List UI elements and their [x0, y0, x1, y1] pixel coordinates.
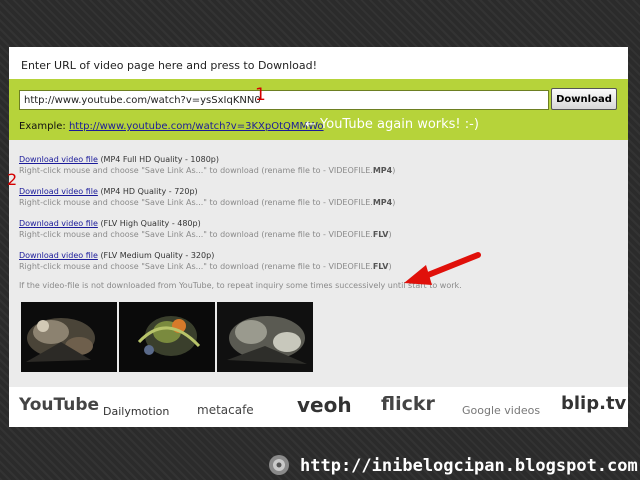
download-link[interactable]: Download video file [19, 251, 98, 260]
page-prompt: Enter URL of video page here and press t… [21, 59, 318, 72]
video-thumbnail [21, 302, 117, 372]
video-thumbnail [119, 302, 215, 372]
youtube-works-note: ← YouTube again works! :-) [305, 117, 479, 132]
flickr-logo: flickr [381, 393, 435, 415]
youtube-logo: YouTube [19, 395, 100, 415]
annotation-marker-2: 2 [7, 170, 18, 189]
download-item-320p: Download video file (FLV Medium Quality … [19, 250, 392, 272]
download-link[interactable]: Download video file [19, 155, 98, 164]
dailymotion-logo: Dailymotion [103, 405, 170, 418]
video-thumbnail [217, 302, 313, 372]
save-hint: Right-click mouse and choose "Save Link … [19, 262, 392, 271]
download-button[interactable]: Download [551, 88, 617, 110]
pointer-arrow-icon [404, 252, 481, 285]
downloader-panel: Enter URL of video page here and press t… [7, 47, 628, 427]
url-entry-band: 1 Download Example: http://www.youtube.c… [9, 79, 628, 140]
quality-label: (MP4 HD Quality - 720p) [100, 187, 198, 196]
download-results: 2 Download video file (MP4 Full HD Quali… [7, 140, 628, 387]
video-url-input[interactable] [19, 90, 549, 110]
save-hint: Right-click mouse and choose "Save Link … [19, 230, 392, 239]
annotation-marker-1: 1 [255, 85, 266, 105]
download-link[interactable]: Download video file [19, 219, 98, 228]
download-item-1080p: Download video file (MP4 Full HD Quality… [19, 154, 395, 176]
retry-note: If the video-file is not downloaded from… [19, 281, 462, 290]
blog-url: http://inibelogcipan.blogspot.com [300, 456, 638, 476]
quality-label: (FLV High Quality - 480p) [100, 219, 201, 228]
example-link[interactable]: http://www.youtube.com/watch?v=3KXpOtQMM… [69, 121, 324, 132]
veoh-logo: veoh [297, 393, 352, 417]
download-link[interactable]: Download video file [19, 187, 98, 196]
download-item-720p: Download video file (MP4 HD Quality - 72… [19, 186, 395, 208]
save-hint: Right-click mouse and choose "Save Link … [19, 166, 396, 175]
supported-sites-bar: YouTube Dailymotion metacafe veoh flickr… [9, 387, 628, 427]
save-hint: Right-click mouse and choose "Save Link … [19, 198, 396, 207]
example-line: Example: http://www.youtube.com/watch?v=… [19, 121, 324, 132]
google-videos-logo: Google videos [462, 404, 541, 417]
blog-badge-icon [269, 455, 289, 475]
quality-label: (MP4 Full HD Quality - 1080p) [100, 155, 219, 164]
quality-label: (FLV Medium Quality - 320p) [100, 251, 215, 260]
example-label: Example: [19, 121, 66, 132]
download-item-480p: Download video file (FLV High Quality - … [19, 218, 392, 240]
bliptv-logo: blip.tv [561, 393, 627, 414]
metacafe-logo: metacafe [197, 403, 254, 417]
